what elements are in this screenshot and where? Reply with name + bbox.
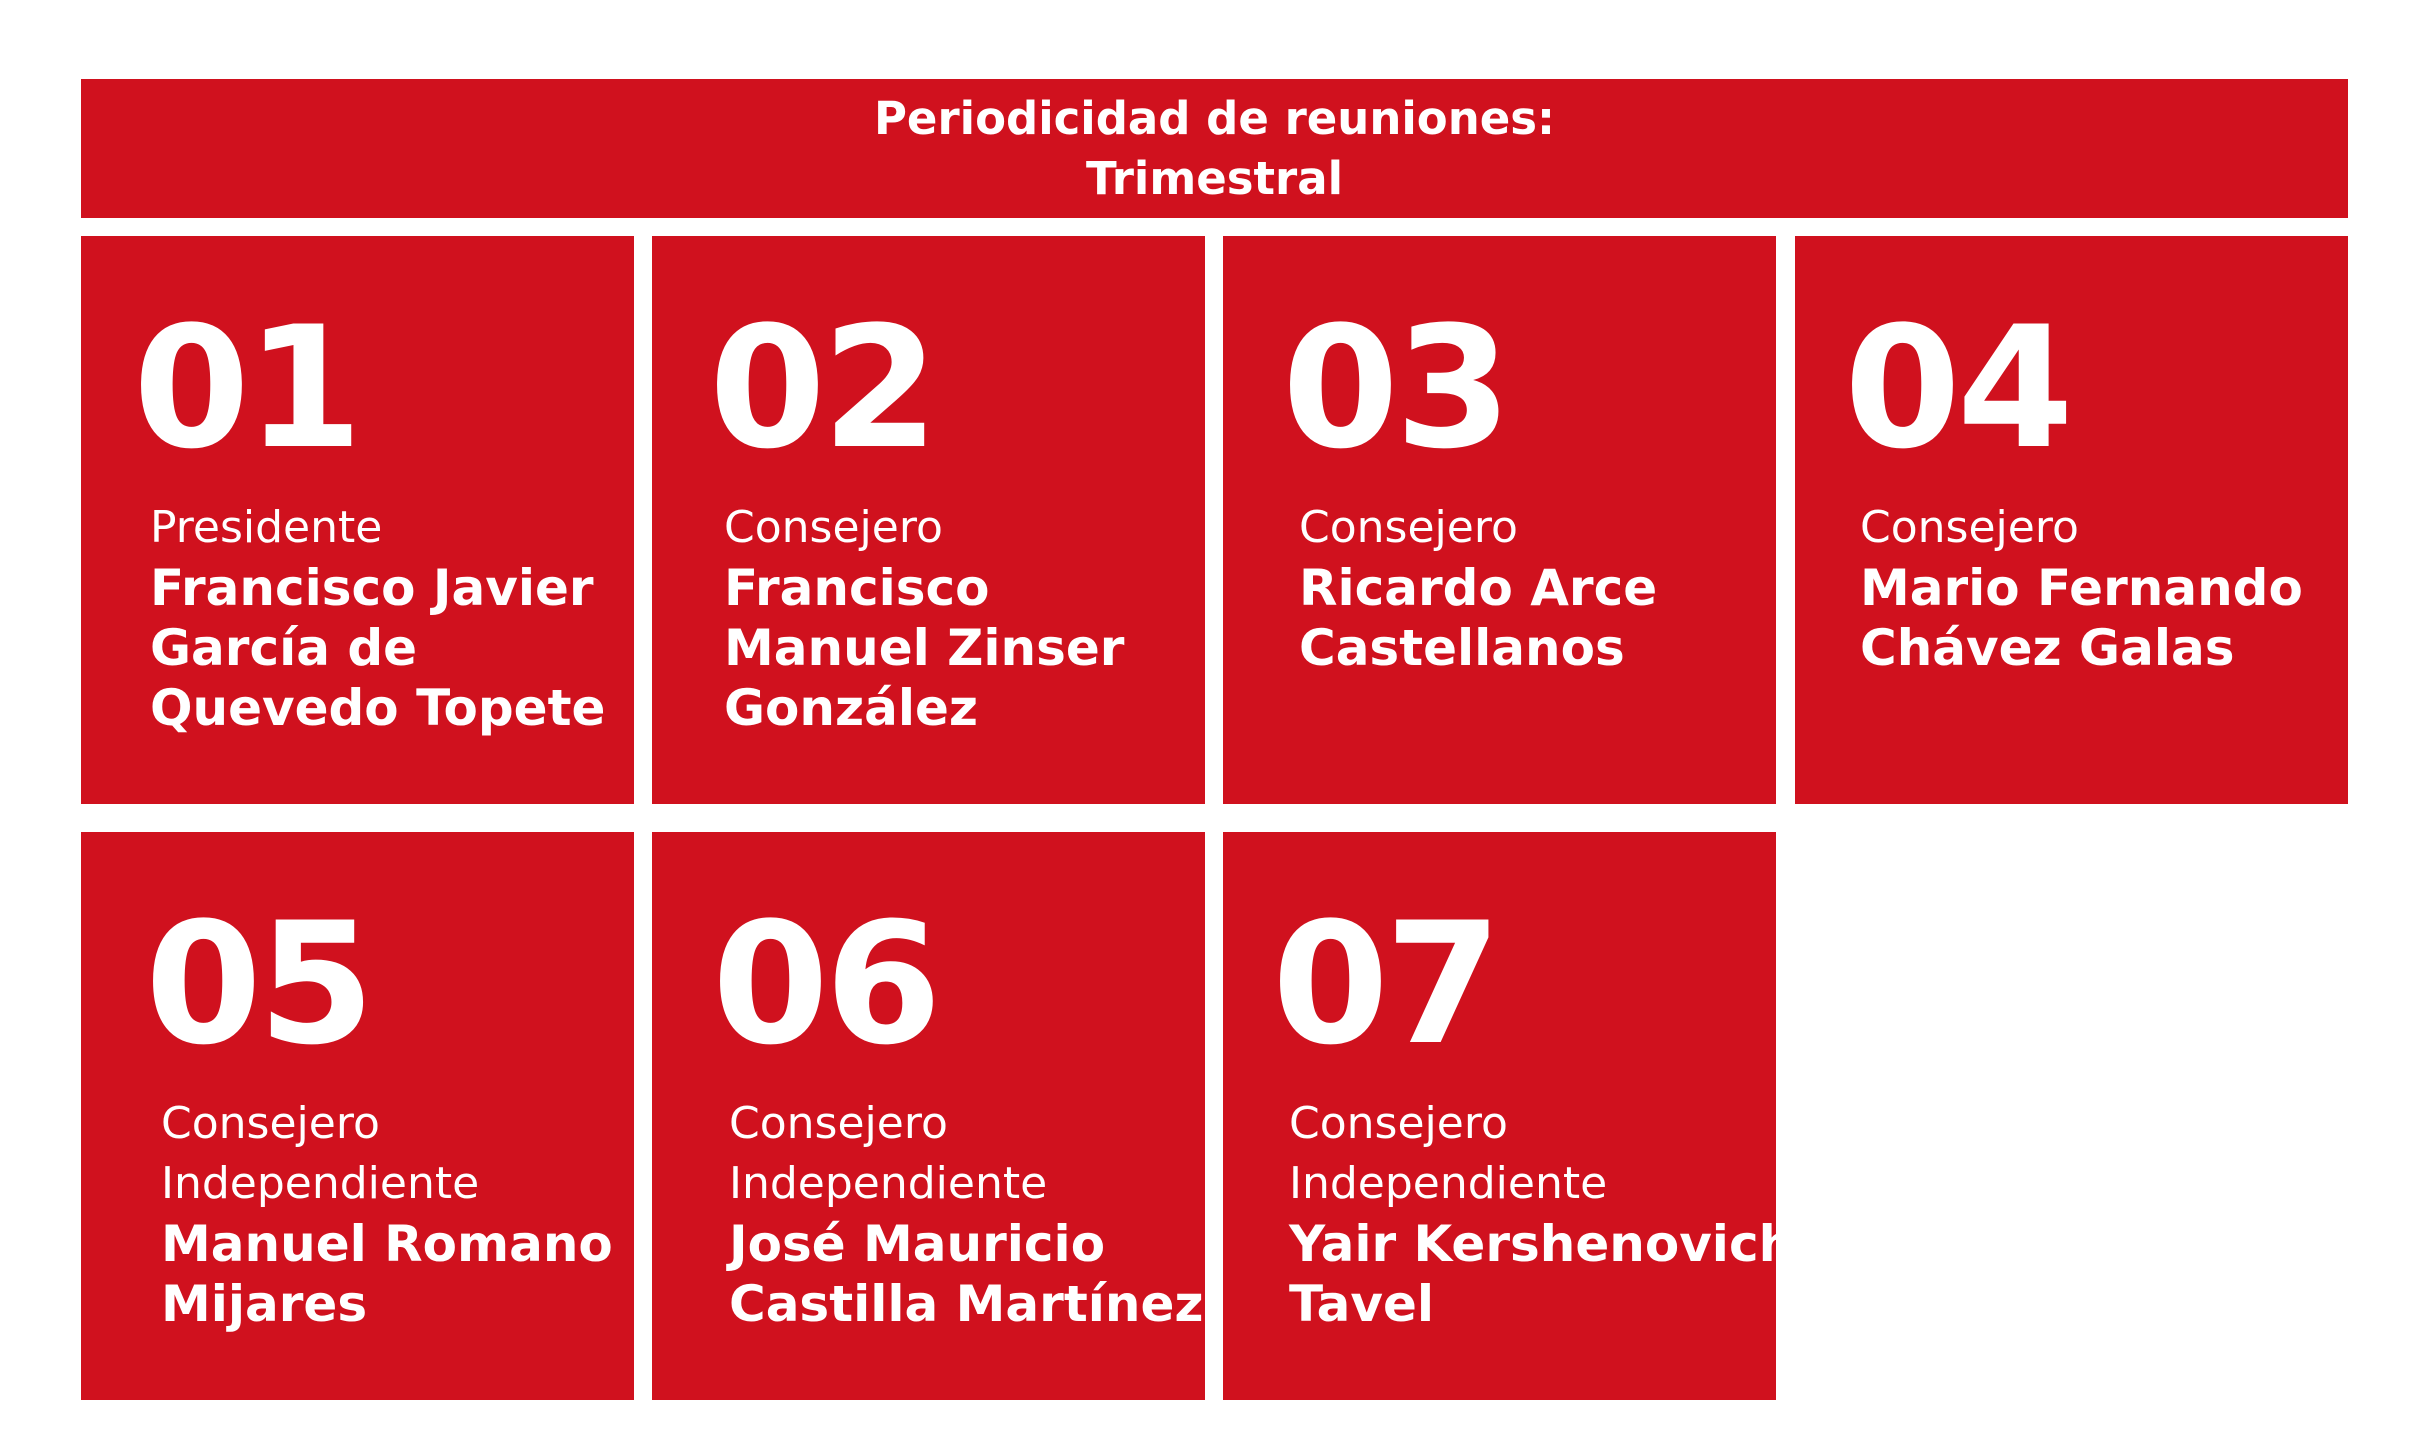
member-number: 07 <box>1272 886 1502 1082</box>
member-role: Consejero <box>724 502 943 553</box>
meeting-frequency-value: Trimestral <box>1085 151 1344 205</box>
member-name: Quevedo Topete <box>150 679 606 737</box>
member-name: Yair Kershenovich <box>1289 1215 1795 1273</box>
member-role: Consejero <box>161 1098 380 1149</box>
member-name: Francisco Javier <box>150 559 594 617</box>
member-name: Castilla Martínez <box>729 1275 1204 1333</box>
member-name: Francisco <box>724 559 990 617</box>
member-card-07: 07 Consejero Independiente Yair Kersheno… <box>1223 832 1794 1400</box>
member-card-03: 03 Consejero Ricardo Arce Castellanos <box>1223 236 1776 804</box>
member-card-05: 05 Consejero Independiente Manuel Romano… <box>81 832 634 1400</box>
meeting-frequency-banner: Periodicidad de reuniones: Trimestral <box>81 79 2348 218</box>
member-name: Tavel <box>1289 1275 1435 1333</box>
member-number: 03 <box>1282 290 1512 486</box>
member-name: Manuel Zinser <box>724 619 1125 677</box>
member-card-06: 06 Consejero Independiente José Mauricio… <box>652 832 1205 1400</box>
member-number: 05 <box>145 886 375 1082</box>
member-card-01: 01 Presidente Francisco Javier García de… <box>81 236 634 804</box>
member-number: 01 <box>133 290 363 486</box>
member-name: Castellanos <box>1299 619 1625 677</box>
member-name: Manuel Romano <box>161 1215 613 1273</box>
member-role: Consejero <box>1289 1098 1508 1149</box>
member-role: Consejero <box>729 1098 948 1149</box>
member-name: González <box>724 679 978 737</box>
member-role: Consejero <box>1860 502 2079 553</box>
member-name: José Mauricio <box>729 1215 1106 1273</box>
member-name: Mario Fernando <box>1860 559 2303 617</box>
member-card-04: 04 Consejero Mario Fernando Chávez Galas <box>1795 236 2348 804</box>
meeting-frequency-label: Periodicidad de reuniones: <box>873 91 1556 145</box>
member-role: Consejero <box>1299 502 1518 553</box>
member-number: 04 <box>1844 290 2074 486</box>
member-name: García de <box>150 619 418 677</box>
member-name: Chávez Galas <box>1860 619 2235 677</box>
member-role: Independiente <box>1289 1158 1608 1209</box>
member-name: Mijares <box>161 1275 368 1333</box>
member-role: Independiente <box>161 1158 480 1209</box>
member-card-02: 02 Consejero Francisco Manuel Zinser Gon… <box>652 236 1205 804</box>
member-role: Presidente <box>150 502 383 553</box>
member-number: 06 <box>712 886 942 1082</box>
member-role: Independiente <box>729 1158 1048 1209</box>
member-name: Ricardo Arce <box>1299 559 1658 617</box>
member-number: 02 <box>709 290 939 486</box>
